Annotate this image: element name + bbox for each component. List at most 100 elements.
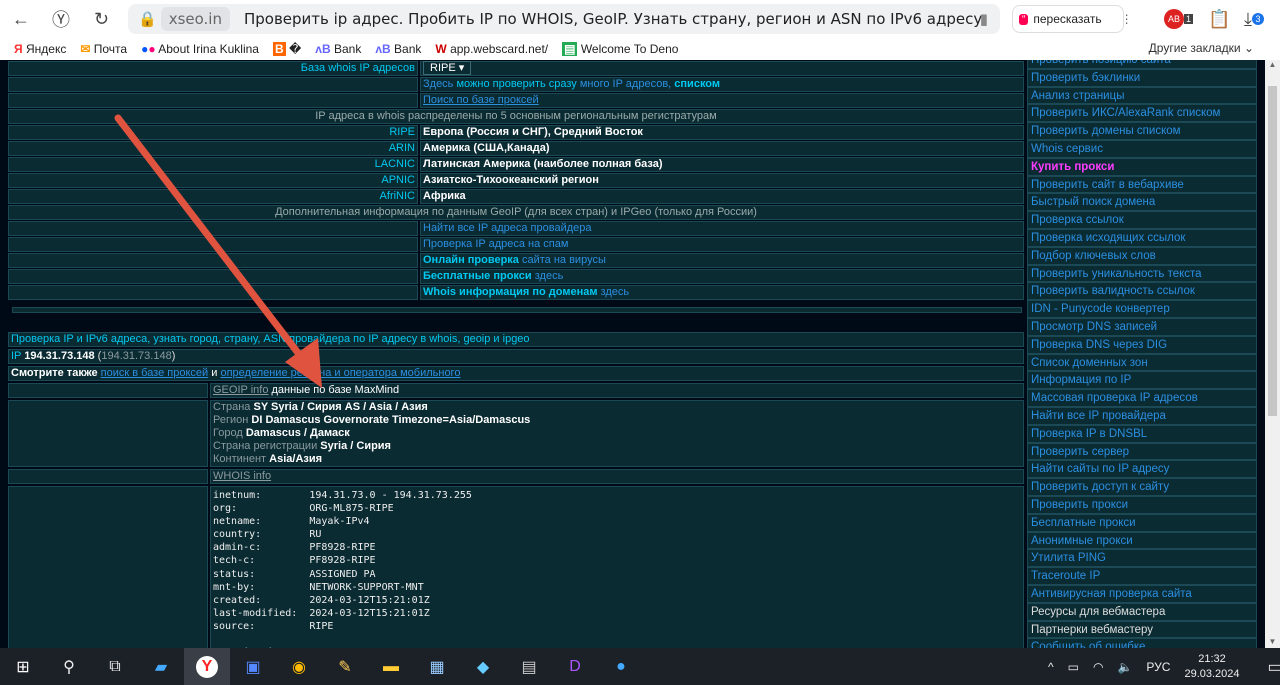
sidebar-item[interactable]: Проверить бэклинки bbox=[1027, 68, 1257, 87]
sidebar-item[interactable]: Анализ страницы bbox=[1027, 86, 1257, 105]
sidebar-item[interactable]: Проверка исходящих ссылок bbox=[1027, 228, 1257, 247]
extension-button[interactable]: 📋 bbox=[1208, 4, 1230, 34]
bookmark-yandex[interactable]: Я Яндекс bbox=[14, 42, 66, 56]
clock[interactable]: 21:32 29.03.2024 bbox=[1184, 652, 1239, 682]
taskbar-chrome[interactable]: ◉ bbox=[276, 648, 322, 685]
sidebar-item[interactable]: Traceroute IP bbox=[1027, 567, 1257, 585]
bookmark-deno[interactable]: ▤ Welcome To Deno bbox=[562, 42, 678, 56]
bookmark-bank-2[interactable]: ʌB Bank bbox=[375, 42, 421, 56]
sidebar-item[interactable]: Проверить домены списком bbox=[1027, 122, 1257, 140]
battery-icon[interactable]: ▭ bbox=[1068, 660, 1079, 674]
mobile-region-link[interactable]: определение региона и оператора мобильно… bbox=[220, 367, 460, 379]
proxy-db-link[interactable]: поиск в базе проксей bbox=[101, 367, 209, 379]
taskbar-app[interactable]: D bbox=[552, 648, 598, 685]
sidebar-item[interactable]: Проверить позицию сайта bbox=[1027, 60, 1257, 69]
app-icon: ▰ bbox=[154, 658, 168, 676]
whois-info-link[interactable]: WHOIS info bbox=[213, 470, 271, 482]
sidebar-item[interactable]: Массовая проверка IP адресов bbox=[1027, 389, 1257, 407]
start-button[interactable]: ⊞ bbox=[0, 648, 46, 685]
taskbar-app[interactable]: ▣ bbox=[230, 648, 276, 685]
proxy-search-link[interactable]: Поиск по базе проксей bbox=[423, 94, 539, 106]
bookmark-blogger[interactable]: B � bbox=[272, 42, 301, 56]
search-icon: ⚲ bbox=[63, 658, 75, 676]
sidebar-item[interactable]: Бесплатные прокси bbox=[1027, 513, 1257, 532]
domain-whois-link[interactable]: Whois информация по доменам bbox=[423, 286, 597, 298]
sidebar-item[interactable]: Антивирусная проверка сайта bbox=[1027, 584, 1257, 603]
other-bookmarks[interactable]: Другие закладки ⌄ bbox=[1149, 41, 1254, 55]
taskbar-app[interactable]: ▰ bbox=[138, 648, 184, 685]
many-ip-link[interactable]: много IP адресов bbox=[580, 78, 668, 90]
sidebar-item[interactable]: Проверить уникальность текста bbox=[1027, 264, 1257, 283]
sidebar-item[interactable]: Проверить сервер bbox=[1027, 442, 1257, 461]
chevron-up-icon[interactable]: ^ bbox=[1048, 660, 1054, 674]
sidebar-item[interactable]: Найти сайты по IP адресу bbox=[1027, 460, 1257, 479]
retell-button[interactable]: “пересказать ⋮ bbox=[1012, 5, 1133, 33]
back-arrow-icon: ← bbox=[12, 8, 30, 29]
sidebar-item[interactable]: Купить прокси bbox=[1027, 157, 1257, 176]
bookmark-icon[interactable]: ▮ bbox=[980, 10, 988, 28]
yandex-button[interactable]: Ⓨ bbox=[52, 4, 70, 34]
taskbar-calculator[interactable]: ▦ bbox=[414, 648, 460, 685]
volume-icon[interactable]: 🔈 bbox=[1117, 660, 1132, 674]
sidebar-item[interactable]: Проверка IP в DNSBL bbox=[1027, 424, 1257, 443]
wifi-icon[interactable]: ◠ bbox=[1093, 660, 1103, 674]
sidebar-item[interactable]: IDN - Punycode конвертер bbox=[1027, 300, 1257, 318]
app-icon: D bbox=[569, 657, 581, 675]
sidebar-item[interactable]: Проверить доступ к сайту bbox=[1027, 478, 1257, 496]
taskbar-app[interactable]: ● bbox=[598, 648, 644, 685]
sidebar-item[interactable]: Whois сервис bbox=[1027, 139, 1257, 158]
bookmark-mail[interactable]: ✉ Почта bbox=[80, 42, 127, 56]
scrollbar-thumb[interactable] bbox=[1268, 86, 1277, 416]
bookmark-irina[interactable]: ●● About Irina Kuklina bbox=[141, 42, 259, 56]
sidebar-item[interactable]: Проверка ссылок bbox=[1027, 211, 1257, 229]
registrar-desc: Африка bbox=[420, 189, 1024, 204]
extension-icon: 📋 bbox=[1208, 8, 1231, 29]
see-also-label: Смотрите также bbox=[11, 367, 98, 379]
sidebar-item[interactable]: Просмотр DNS записей bbox=[1027, 317, 1257, 336]
sidebar-item[interactable]: Список доменных зон bbox=[1027, 353, 1257, 372]
app-icon: ▣ bbox=[245, 658, 261, 676]
registrar-desc: Америка (США,Канада) bbox=[420, 141, 1024, 156]
reload-button[interactable]: ↻ bbox=[94, 4, 109, 34]
task-view-button[interactable]: ⧉ bbox=[92, 648, 138, 685]
sidebar-item[interactable]: Анонимные прокси bbox=[1027, 531, 1257, 550]
registrar-name: APNIC bbox=[8, 173, 418, 188]
sidebar-item[interactable]: Ресурсы для вебмастера bbox=[1027, 602, 1257, 621]
free-proxy-link[interactable]: Бесплатные прокси bbox=[423, 270, 532, 282]
taskbar-explorer[interactable]: ▬ bbox=[368, 648, 414, 685]
sidebar-item[interactable]: Проверить ИКС/AlexaRank списком bbox=[1027, 104, 1257, 123]
scrollbar[interactable]: ▲ ▼ bbox=[1265, 60, 1280, 648]
address-bar[interactable]: 🔒 xseo.in Проверить ip адрес. Пробить IP… bbox=[128, 4, 1000, 34]
geoip-info-link[interactable]: GEOIP info bbox=[213, 384, 268, 396]
sidebar-item[interactable]: Информация по IP bbox=[1027, 371, 1257, 390]
taskbar-app[interactable]: ✎ bbox=[322, 648, 368, 685]
language-indicator[interactable]: РУС bbox=[1146, 660, 1170, 674]
notifications-icon[interactable]: ▭ bbox=[1268, 657, 1280, 677]
bookmark-bank-1[interactable]: ʌB Bank bbox=[315, 42, 361, 56]
downloads-button[interactable]: ⤓ 3 bbox=[1244, 4, 1264, 34]
adblock-button[interactable]: AB 1 bbox=[1164, 4, 1194, 34]
sidebar-item[interactable]: Подбор ключевых слов bbox=[1027, 246, 1257, 265]
search-button[interactable]: ⚲ bbox=[46, 648, 92, 685]
sidebar-item[interactable]: Проверить сайт в вебархиве bbox=[1027, 175, 1257, 194]
list-link[interactable]: списком bbox=[674, 78, 720, 90]
sidebar-item[interactable]: Сообщить об ошибке bbox=[1027, 638, 1257, 648]
find-provider-ips-link[interactable]: Найти все IP адреса провайдера bbox=[423, 222, 591, 234]
sidebar-item[interactable]: Проверить валидность ссылок bbox=[1027, 282, 1257, 301]
page-content: База whois IP адресов RIPE ▾ Здесь можно … bbox=[0, 60, 1265, 648]
whois-db-select[interactable]: RIPE ▾ bbox=[423, 61, 472, 75]
taskbar-yandex[interactable]: Y bbox=[184, 648, 230, 685]
sidebar-item[interactable]: Быстрый поиск домена bbox=[1027, 193, 1257, 212]
sidebar-item[interactable]: Найти все IP провайдера bbox=[1027, 406, 1257, 425]
back-button[interactable]: ← bbox=[12, 4, 30, 34]
virus-check-link[interactable]: Онлайн проверка bbox=[423, 254, 519, 266]
sidebar-item[interactable]: Утилита PING bbox=[1027, 549, 1257, 568]
taskbar-app[interactable]: ▤ bbox=[506, 648, 552, 685]
spam-check-link[interactable]: Проверка IP адреса на спам bbox=[423, 238, 568, 250]
retell-icon: “ bbox=[1019, 13, 1029, 25]
sidebar-item[interactable]: Партнерки вебмастеру bbox=[1027, 620, 1257, 639]
taskbar-app[interactable]: ◆ bbox=[460, 648, 506, 685]
bookmark-webscard[interactable]: W app.webscard.net/ bbox=[435, 42, 548, 56]
sidebar-item[interactable]: Проверка DNS через DIG bbox=[1027, 335, 1257, 354]
sidebar-item[interactable]: Проверить прокси bbox=[1027, 495, 1257, 514]
